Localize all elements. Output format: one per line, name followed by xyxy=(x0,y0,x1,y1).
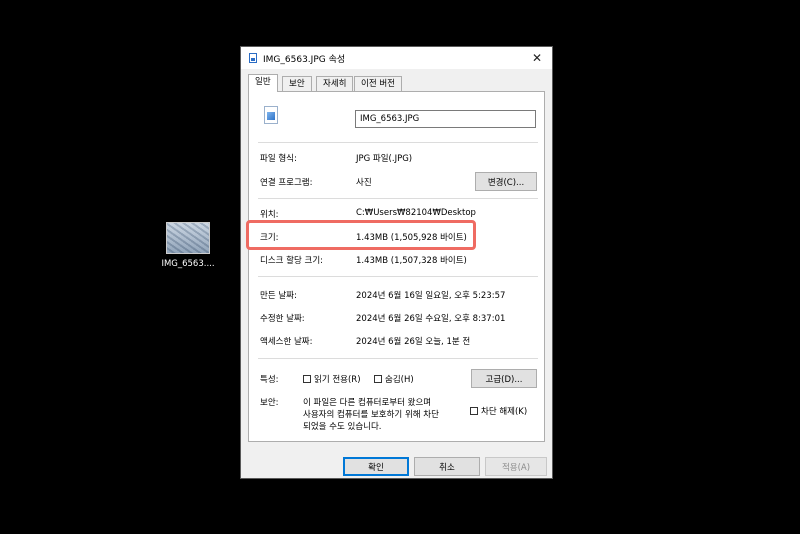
file-title-icon xyxy=(249,53,257,63)
general-panel: IMG_6563.JPG 파일 형식: JPG 파일(.JPG) 연결 프로그램… xyxy=(248,91,545,442)
change-program-button[interactable]: 변경(C)... xyxy=(475,172,537,191)
open-with-label: 연결 프로그램: xyxy=(260,178,313,188)
security-label: 보안: xyxy=(260,398,279,408)
security-message-line2: 사용자의 컴퓨터를 보호하기 위해 차단 xyxy=(303,410,439,420)
created-label: 만든 날짜: xyxy=(260,291,297,301)
hidden-label: 숨김(H) xyxy=(385,375,414,385)
desktop-icon-label: IMG_6563.... xyxy=(161,259,215,269)
advanced-button[interactable]: 고급(D)... xyxy=(471,369,537,388)
modified-label: 수정한 날짜: xyxy=(260,314,305,324)
divider xyxy=(258,142,538,143)
tab-general[interactable]: 일반 xyxy=(248,74,278,92)
hidden-checkbox[interactable]: 숨김(H) xyxy=(374,373,414,385)
image-thumbnail-icon xyxy=(166,222,210,254)
tab-previous-versions[interactable]: 이전 버전 xyxy=(354,76,402,91)
cancel-button[interactable]: 취소 xyxy=(414,457,480,476)
divider xyxy=(258,276,538,277)
location-value: C:₩Users₩82104₩Desktop xyxy=(356,208,476,218)
readonly-label: 읽기 전용(R) xyxy=(314,375,361,385)
security-message-line3: 되었을 수도 있습니다. xyxy=(303,422,382,432)
properties-dialog: IMG_6563.JPG 속성 ✕ 일반 보안 자세히 이전 버전 IMG_65… xyxy=(240,46,553,479)
file-type-value: JPG 파일(.JPG) xyxy=(356,154,413,164)
jpg-file-icon xyxy=(264,106,278,124)
size-highlight-box xyxy=(246,220,476,250)
close-button[interactable]: ✕ xyxy=(522,47,552,69)
readonly-checkbox[interactable]: 읽기 전용(R) xyxy=(303,373,361,385)
hidden-checkbox-box[interactable] xyxy=(374,375,382,383)
accessed-value: 2024년 6월 26일 오늘, 1분 전 xyxy=(356,337,471,347)
location-label: 위치: xyxy=(260,210,279,220)
size-on-disk-label: 디스크 할당 크기: xyxy=(260,256,324,266)
modified-value: 2024년 6월 26일 수요일, 오후 8:37:01 xyxy=(356,314,506,324)
divider xyxy=(258,198,538,199)
dialog-title: IMG_6563.JPG 속성 xyxy=(263,55,346,65)
apply-button[interactable]: 적용(A) xyxy=(485,457,547,476)
attributes-label: 특성: xyxy=(260,375,279,385)
unblock-label: 차단 해제(K) xyxy=(481,407,528,417)
tab-details[interactable]: 자세히 xyxy=(316,76,354,91)
unblock-checkbox[interactable]: 차단 해제(K) xyxy=(470,405,527,417)
tab-security[interactable]: 보안 xyxy=(282,76,312,91)
ok-button[interactable]: 확인 xyxy=(343,457,409,476)
created-value: 2024년 6월 16일 일요일, 오후 5:23:57 xyxy=(356,291,506,301)
desktop-file-icon[interactable]: IMG_6563.... xyxy=(160,222,216,269)
file-type-label: 파일 형식: xyxy=(260,154,297,164)
readonly-checkbox-box[interactable] xyxy=(303,375,311,383)
open-with-value: 사진 xyxy=(356,178,372,188)
accessed-label: 액세스한 날짜: xyxy=(260,337,313,347)
title-bar[interactable]: IMG_6563.JPG 속성 ✕ xyxy=(241,47,552,69)
security-message-line1: 이 파일은 다른 컴퓨터로부터 왔으며 xyxy=(303,398,432,408)
unblock-checkbox-box[interactable] xyxy=(470,407,478,415)
size-on-disk-value: 1.43MB (1,507,328 바이트) xyxy=(356,256,467,266)
filename-input[interactable]: IMG_6563.JPG xyxy=(355,110,536,128)
divider xyxy=(258,358,538,359)
